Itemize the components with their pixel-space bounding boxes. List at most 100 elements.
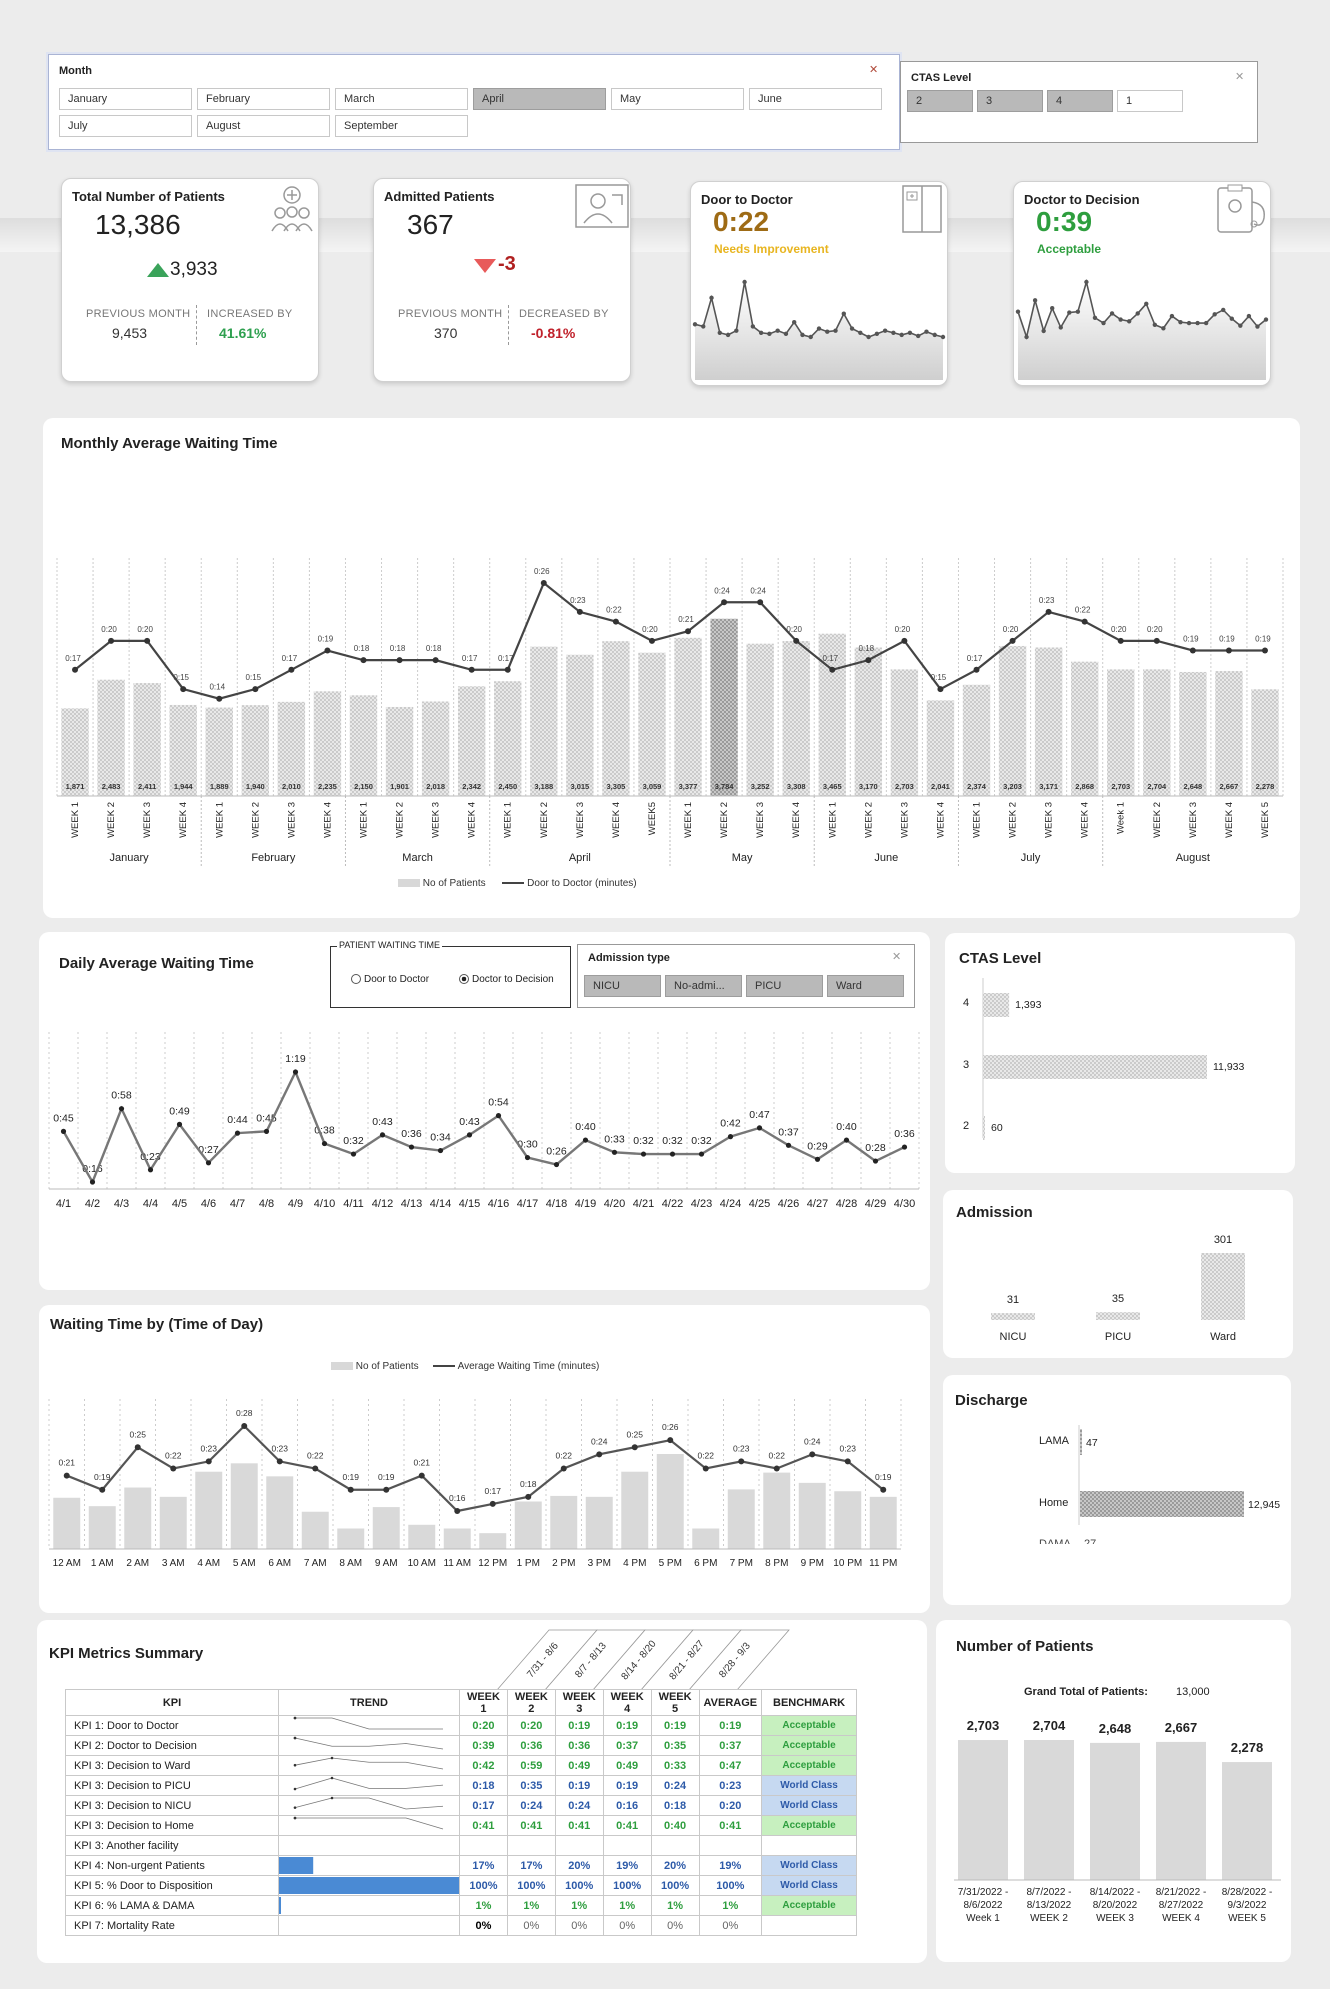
- line-value-label: 0:19: [1219, 635, 1235, 644]
- line-point: [1117, 637, 1124, 644]
- bar: [1096, 1312, 1140, 1320]
- ctas-slicer: CTAS Level ✕ 2341: [900, 61, 1258, 143]
- month-button-july[interactable]: July: [59, 115, 192, 137]
- up-arrow-icon: [147, 263, 169, 277]
- admission-type-button[interactable]: NICU: [584, 975, 661, 997]
- sparkline-point: [882, 328, 888, 333]
- kpi-value: 0:49: [602, 1755, 652, 1776]
- week-label: WEEK 1: [503, 802, 514, 838]
- kpi-row: KPI 4: Non-urgent Patients 17% 17% 20% 19% 20…: [65, 1855, 857, 1876]
- sparkline-point: [1212, 312, 1217, 317]
- date-label: 4/19: [575, 1198, 596, 1210]
- kpi-value: 100%: [698, 1875, 763, 1896]
- bar: [443, 1528, 471, 1549]
- kpi-trend: [277, 1735, 460, 1756]
- bar: [1156, 1741, 1206, 1880]
- column-header: WEEK 1: [458, 1689, 508, 1716]
- kpi-value: [458, 1835, 508, 1856]
- line-point: [757, 599, 764, 606]
- month-button-march[interactable]: March: [335, 88, 468, 110]
- month-button-august[interactable]: August: [197, 115, 330, 137]
- bar: [983, 1055, 1207, 1079]
- sparkline-point: [924, 329, 929, 334]
- sparkline-point: [709, 295, 714, 301]
- value-label: 0:28: [865, 1142, 886, 1154]
- column-header: BENCHMARK: [761, 1689, 857, 1716]
- month-button-january[interactable]: January: [59, 88, 192, 110]
- ctas-button-3[interactable]: 3: [977, 90, 1043, 112]
- bar: [958, 1740, 1008, 1880]
- hour-label: 10 PM: [833, 1558, 862, 1569]
- discharge-panel: Discharge LAMA 47 Home 12,945 DAMA 27: [943, 1375, 1291, 1605]
- ctas-slicer-header: CTAS Level: [911, 72, 972, 84]
- line-point: [134, 1444, 141, 1451]
- bar: [133, 683, 161, 796]
- week-label: WEEK 3: [1044, 802, 1055, 838]
- sparkline-point: [775, 328, 780, 333]
- value-label: 0:25: [626, 1429, 643, 1439]
- line-point: [432, 657, 439, 664]
- line-value-label: 0:18: [354, 644, 370, 653]
- trend-sparkline: [279, 1916, 459, 1935]
- line-value-label: 0:22: [1075, 606, 1091, 615]
- bar: [124, 1487, 152, 1549]
- date-label: 4/16: [488, 1198, 509, 1210]
- line-point: [525, 1493, 532, 1500]
- bar: [890, 669, 919, 796]
- sparkline-point: [866, 334, 871, 340]
- week-label: WEEK 1: [827, 802, 838, 838]
- bar-value-label: 3,015: [570, 782, 589, 791]
- hour-label: 9 PM: [801, 1558, 824, 1569]
- line-value-label: 0:15: [246, 673, 262, 682]
- kpi-trend: [277, 1855, 460, 1876]
- line-point: [437, 1147, 444, 1154]
- kpi-value: 1%: [698, 1895, 763, 1916]
- admission-type-button[interactable]: No-admi...: [665, 975, 742, 997]
- month-button-may[interactable]: May: [611, 88, 744, 110]
- line-value-label: 0:20: [1111, 625, 1127, 634]
- kpi-trend: [277, 1875, 460, 1896]
- value-label: 0:47: [749, 1109, 770, 1121]
- value-label: 0:32: [343, 1135, 364, 1147]
- clear-filter-icon[interactable]: ✕: [892, 950, 901, 963]
- week-label: WEEK 4: [467, 802, 478, 838]
- month-button-june[interactable]: June: [749, 88, 882, 110]
- doctor-to-decision-radio[interactable]: Doctor to Decision: [459, 974, 554, 985]
- week-label: WEEK 3: [755, 802, 766, 838]
- clear-filter-icon[interactable]: ✕: [869, 63, 878, 76]
- clear-filter-icon[interactable]: ✕: [1235, 70, 1244, 83]
- month-button-april[interactable]: April: [473, 88, 606, 110]
- bar: [372, 1507, 400, 1549]
- week-label: WEEK 2: [250, 802, 261, 838]
- panel-title: CTAS Level: [959, 950, 1042, 967]
- bar-value-label: 3,252: [751, 782, 770, 791]
- week-label: WEEK 5: [1260, 802, 1271, 838]
- ctas-button-1[interactable]: 1: [1117, 90, 1183, 112]
- bar-value-label: 3,377: [679, 782, 698, 791]
- ctas-button-2[interactable]: 2: [907, 90, 973, 112]
- kpi-value: 0:33: [650, 1755, 700, 1776]
- bar-value-label: 3,784: [715, 782, 735, 791]
- month-button-september[interactable]: September: [335, 115, 468, 137]
- month-button-february[interactable]: February: [197, 88, 330, 110]
- date-label: 4/26: [778, 1198, 799, 1210]
- admission-type-button[interactable]: Ward: [827, 975, 904, 997]
- month-label: January: [110, 852, 150, 864]
- previous-month-value: 9,453: [112, 325, 148, 341]
- door-to-doctor-radio[interactable]: Door to Doctor: [351, 974, 429, 985]
- bar: [782, 641, 810, 796]
- line-point: [727, 1134, 734, 1140]
- line-point: [524, 1154, 531, 1161]
- trend-point: [293, 1763, 297, 1767]
- change-value: -0.81%: [531, 325, 576, 341]
- week-label: WEEK 3: [286, 802, 297, 838]
- bar-value-label: 2,450: [498, 782, 517, 791]
- trend-line: [294, 1757, 444, 1770]
- date-label: 4/9: [288, 1198, 303, 1210]
- line-point: [809, 1451, 816, 1458]
- legend-line-swatch: [433, 1365, 456, 1368]
- admission-type-button[interactable]: PICU: [746, 975, 823, 997]
- kpi-benchmark: Acceptable: [761, 1755, 857, 1776]
- week-label: WEEK 3: [899, 802, 910, 838]
- ctas-button-4[interactable]: 4: [1047, 90, 1113, 112]
